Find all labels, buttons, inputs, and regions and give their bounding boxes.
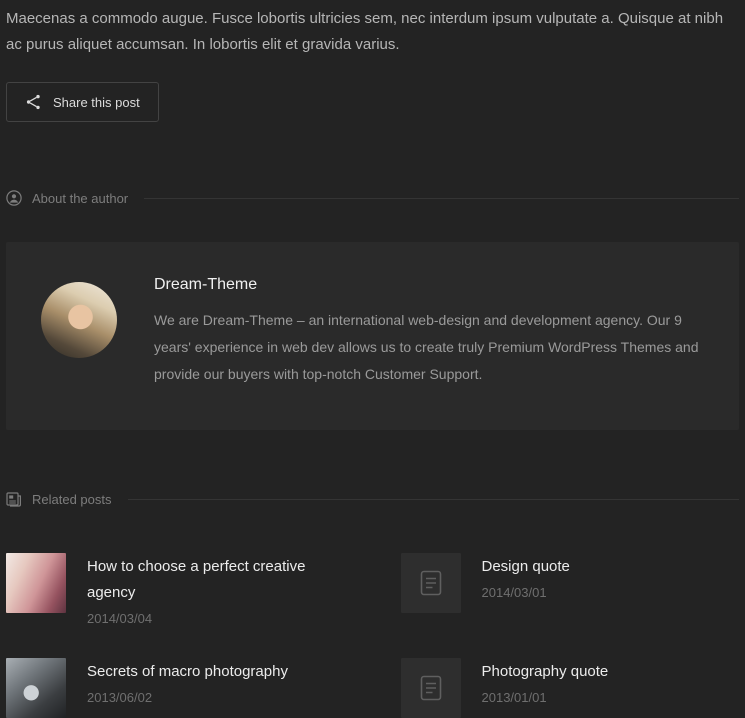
related-post-text: Secrets of macro photography 2013/06/02	[87, 658, 288, 705]
related-post-item: Design quote 2014/03/01	[401, 553, 740, 626]
document-icon	[419, 570, 443, 596]
related-post-text: Photography quote 2013/01/01	[482, 658, 609, 705]
blog-post-page: Maecenas a commodo augue. Fusce lobortis…	[0, 0, 745, 718]
author-bio: We are Dream-Theme – an international we…	[154, 307, 704, 388]
related-post-item: Secrets of macro photography 2013/06/02	[6, 658, 345, 718]
share-post-button[interactable]: Share this post	[6, 82, 159, 122]
post-body-paragraph: Maecenas a commodo augue. Fusce lobortis…	[6, 6, 739, 58]
related-post-item: Photography quote 2013/01/01	[401, 658, 740, 718]
related-post-date: 2013/01/01	[482, 690, 609, 705]
related-posts-heading-label: Related posts	[32, 492, 112, 507]
related-post-thumbnail[interactable]	[6, 553, 66, 613]
related-post-title[interactable]: How to choose a perfect creative agency	[87, 554, 345, 606]
author-box: Dream-Theme We are Dream-Theme – an inte…	[6, 242, 739, 430]
related-post-text: How to choose a perfect creative agency …	[87, 553, 345, 626]
author-name: Dream-Theme	[154, 276, 704, 294]
related-post-thumbnail[interactable]	[6, 658, 66, 718]
author-icon	[6, 190, 22, 206]
related-posts-grid: How to choose a perfect creative agency …	[6, 553, 739, 718]
share-button-label: Share this post	[53, 95, 140, 110]
related-post-text: Design quote 2014/03/01	[482, 553, 570, 600]
related-post-item: How to choose a perfect creative agency …	[6, 553, 345, 626]
about-author-heading: About the author	[6, 190, 739, 206]
author-avatar	[41, 282, 117, 358]
related-post-thumbnail[interactable]	[401, 553, 461, 613]
author-info: Dream-Theme We are Dream-Theme – an inte…	[154, 274, 704, 388]
related-post-date: 2013/06/02	[87, 690, 288, 705]
about-author-heading-label: About the author	[32, 191, 128, 206]
related-post-title[interactable]: Design quote	[482, 554, 570, 580]
heading-divider	[128, 499, 740, 500]
related-posts-icon	[6, 492, 22, 507]
related-post-thumbnail[interactable]	[401, 658, 461, 718]
related-post-date: 2014/03/04	[87, 611, 345, 626]
related-post-title[interactable]: Photography quote	[482, 659, 609, 685]
related-post-title[interactable]: Secrets of macro photography	[87, 659, 288, 685]
share-icon	[25, 94, 42, 110]
heading-divider	[144, 198, 739, 199]
related-posts-heading: Related posts	[6, 492, 739, 507]
document-icon	[419, 675, 443, 701]
related-post-date: 2014/03/01	[482, 585, 570, 600]
